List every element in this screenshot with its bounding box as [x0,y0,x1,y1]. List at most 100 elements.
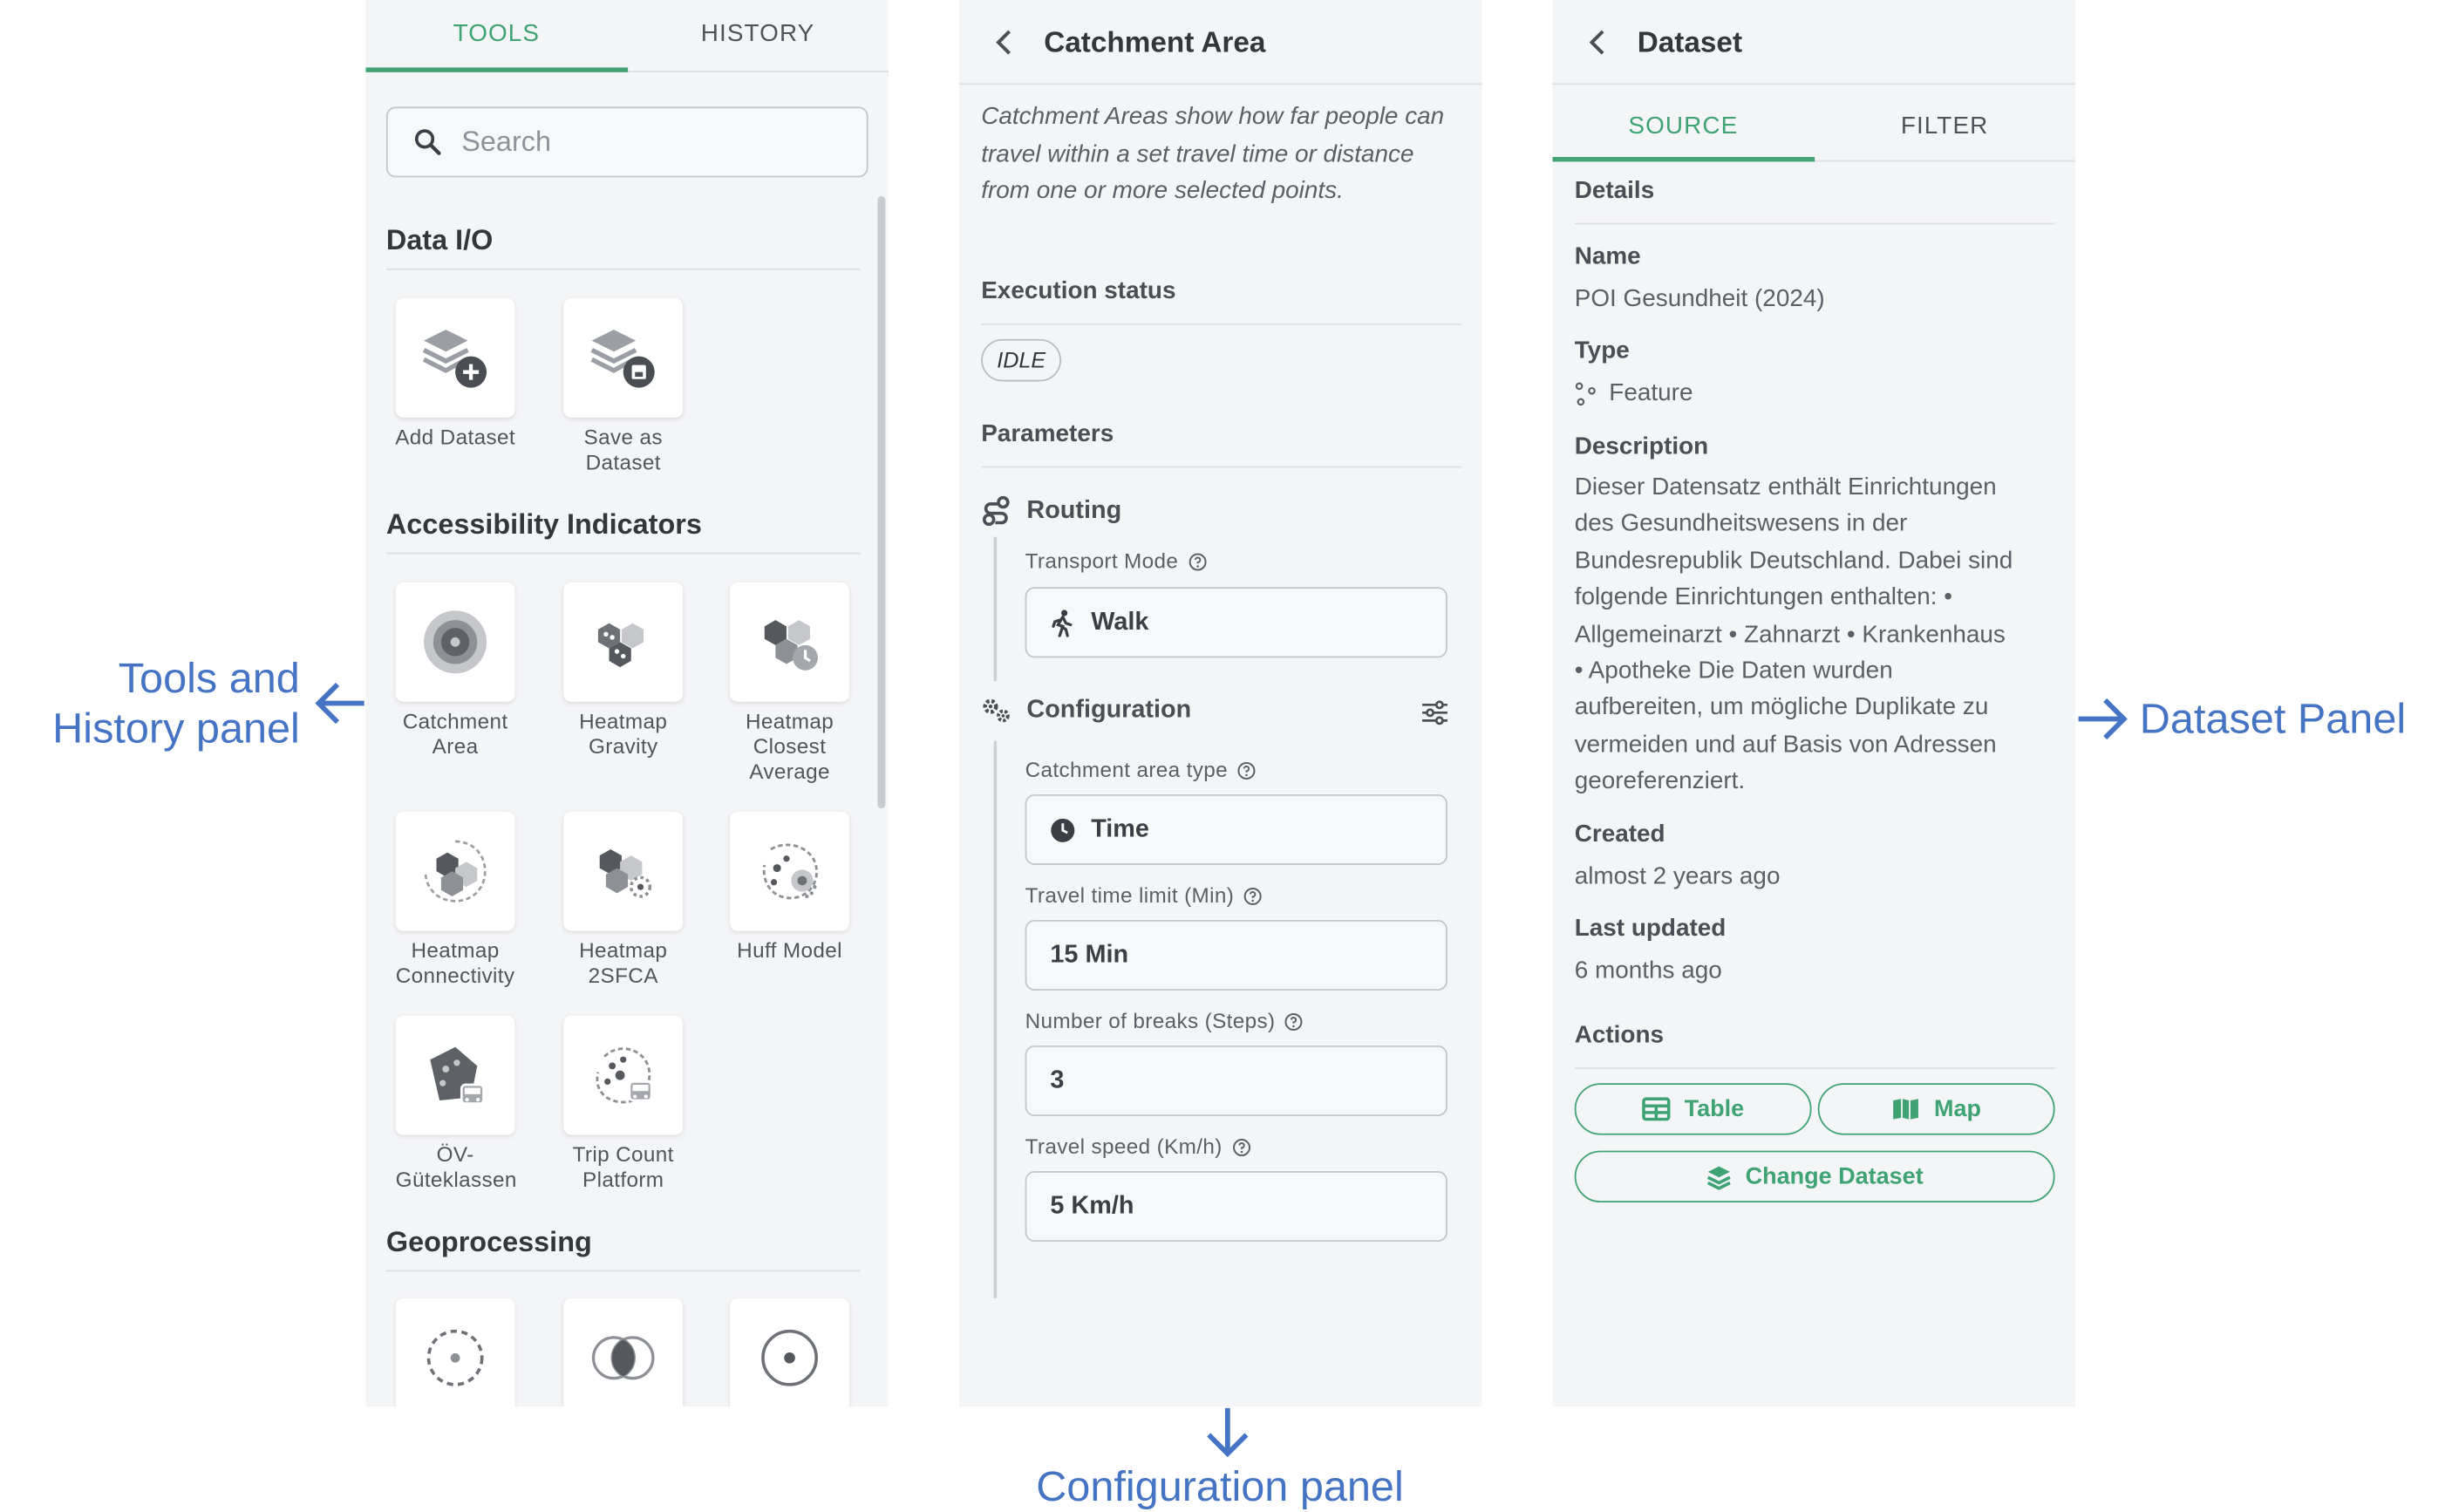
chevron-left-icon [996,29,1011,54]
clock-icon [1051,817,1075,841]
tool-label: Heatmap Closest Average [745,709,834,784]
transport-mode-select[interactable]: Walk [1025,587,1447,658]
description-line: aufbereiten, um mögliche Duplikate zu [1574,694,1989,722]
speed-value: 5 Km/h [1050,1192,1134,1219]
chevron-left-icon [1589,29,1604,54]
tool-label: Huff Model [737,938,842,963]
section-title-geoprocessing: Geoprocessing [385,1226,861,1272]
routing-group-title[interactable]: Routing [981,495,1122,528]
tool-heatmap-closest-average[interactable]: Heatmap Closest Average [714,582,865,785]
scrollbar[interactable] [877,196,886,809]
heatmap-connectivity-icon [424,840,487,902]
tool-trip-count-platform[interactable]: Trip Count Platform [548,1015,698,1193]
help-icon[interactable] [1237,760,1257,780]
actions-label: Actions [1574,1022,2055,1070]
advanced-settings-button[interactable] [1420,700,1448,725]
section-title-accessibility: Accessibility Indicators [385,508,861,555]
time-limit-select[interactable]: 15 Min [1025,919,1447,991]
tool-label: Catchment Area [402,709,508,759]
tool-centroid[interactable] [714,1297,865,1407]
walk-icon [1052,609,1073,637]
type-value: Feature [1609,379,1693,407]
tool-label: Heatmap 2SFCA [579,938,668,988]
configuration-title: Configuration [1026,697,1192,724]
routing-title: Routing [1026,497,1122,525]
route-icon [982,495,1010,527]
transport-mode-label-text: Transport Mode [1025,549,1179,574]
tool-heatmap-connectivity[interactable]: Heatmap Connectivity [380,811,531,989]
tool-ov-gueteklassen[interactable]: ÖV-Güteklassen [380,1015,531,1193]
time-limit-value: 15 Min [1050,941,1129,968]
section-title-data-io: Data I/O [385,224,861,270]
table-button[interactable]: Table [1574,1083,1812,1135]
change-dataset-button[interactable]: Change Dataset [1574,1150,2055,1203]
figure-canvas: TOOLS HISTORY Search Data I/O Add Datase… [0,0,2452,1512]
tool-add-dataset[interactable]: Add Dataset [380,298,531,451]
breaks-label-text: Number of breaks (Steps) [1025,1009,1276,1033]
panel-tabs: SOURCE FILTER [1552,85,2075,162]
map-button[interactable]: Map [1817,1083,2055,1135]
back-button[interactable] [994,28,1013,56]
description-line: Bundesrepublik Deutschland. Dabei sind [1574,547,2013,575]
catchment-type-label: Catchment area type [1025,759,1257,782]
tool-intersect[interactable] [548,1297,698,1407]
description-line: Dieser Datensatz enthält Einrichtungen [1574,473,1997,501]
speed-label: Travel speed (Km/h) [1025,1135,1251,1159]
change-dataset-label: Change Dataset [1745,1163,1924,1190]
name-value: POI Gesundheit (2024) [1574,285,1825,313]
tool-save-as-dataset[interactable]: Save as Dataset [548,298,698,475]
tool-heatmap-gravity[interactable]: Heatmap Gravity [548,582,698,759]
gears-icon [983,698,1010,723]
tool-buffer[interactable] [380,1297,531,1407]
panel-header: Catchment Area [958,0,1482,85]
configuration-group-title[interactable]: Configuration [981,697,1461,725]
name-label: Name [1574,243,1641,270]
type-label: Type [1574,337,1630,364]
help-icon[interactable] [1284,1011,1304,1031]
arrow-right-icon [2078,698,2128,740]
catchment-type-select[interactable]: Time [1025,793,1447,865]
ov-gueteklassen-icon [430,1046,485,1105]
transport-mode-value: Walk [1091,608,1149,636]
tab-source[interactable]: SOURCE [1552,85,1814,160]
group-divider [993,740,998,1298]
search-input[interactable]: Search [385,106,868,178]
back-button[interactable] [1587,28,1606,56]
tab-filter[interactable]: FILTER [1814,85,2075,160]
speed-input[interactable]: 5 Km/h [1025,1171,1447,1243]
time-limit-label-text: Travel time limit (Min) [1025,883,1235,908]
tool-description: Catchment Areas show how far people can … [981,103,1445,205]
feature-points-icon [1575,382,1596,405]
tool-heatmap-2sfca[interactable]: Heatmap 2SFCA [548,811,698,989]
breaks-input[interactable]: 3 [1025,1045,1447,1117]
tab-history[interactable]: HISTORY [627,0,889,71]
arrow-down-icon [1207,1407,1249,1458]
tab-tools[interactable]: TOOLS [365,0,627,71]
layers-icon [1706,1165,1731,1189]
help-icon[interactable] [1188,552,1207,571]
created-value: almost 2 years ago [1574,863,1781,890]
intersect-icon [591,1336,655,1380]
layers-save-icon [590,330,655,388]
help-icon[interactable] [1243,886,1263,905]
tools-history-panel: TOOLS HISTORY Search Data I/O Add Datase… [365,0,889,1407]
updated-value: 6 months ago [1574,957,1722,984]
description-line: Allgemeinarzt • Zahnarzt • Krankenhaus [1574,621,2006,648]
table-icon [1642,1097,1671,1121]
tool-huff-model[interactable]: Huff Model [714,811,865,964]
tool-label: Heatmap Gravity [579,709,668,759]
page-title: Catchment Area [1044,24,1266,58]
dataset-panel: Dataset SOURCE FILTER Details Name POI G… [1552,0,2075,1407]
catchment-type-label-text: Catchment area type [1025,758,1229,782]
execution-status-label: Execution status [981,278,1462,325]
map-button-label: Map [1933,1095,1981,1123]
tool-label: Add Dataset [395,425,515,449]
tool-catchment-area[interactable]: Catchment Area [380,582,531,759]
configuration-panel: Catchment Area Catchment Areas show how … [958,0,1482,1407]
map-icon [1893,1099,1918,1120]
help-icon[interactable] [1232,1137,1251,1156]
heatmap-closest-average-icon [764,620,818,671]
buffer-icon [426,1329,484,1386]
updated-label: Last updated [1574,915,1727,943]
catchment-area-icon [424,610,487,674]
